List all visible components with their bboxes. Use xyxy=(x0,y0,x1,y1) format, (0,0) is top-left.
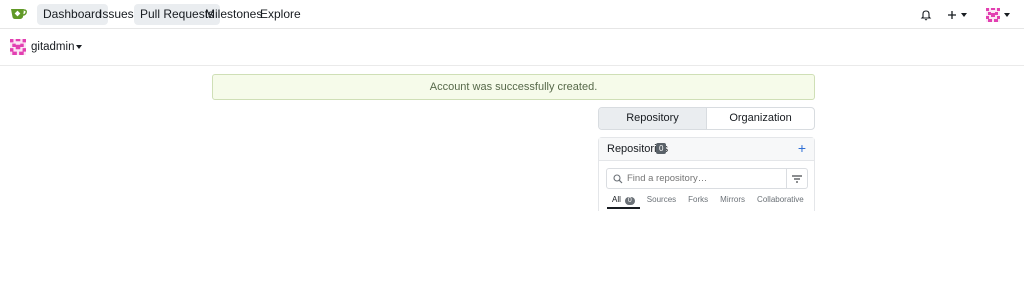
notifications-button[interactable] xyxy=(920,0,932,29)
avatar xyxy=(986,7,1000,22)
plus-icon xyxy=(948,10,956,19)
context-username: gitadmin xyxy=(31,41,75,53)
bell-icon xyxy=(920,9,932,20)
create-menu-button[interactable] xyxy=(947,0,967,29)
repo-tab-collaborative[interactable]: Collaborative xyxy=(752,194,809,209)
new-repository-button[interactable]: + xyxy=(798,140,806,156)
gitea-logo-icon[interactable] xyxy=(10,6,27,21)
top-navbar: Dashboard Issues Pull Requests Milestone… xyxy=(0,0,1024,29)
flash-success-message: Account was successfully created. xyxy=(212,74,815,100)
repository-filter-button[interactable] xyxy=(786,168,808,189)
repositories-count-badge: 0 xyxy=(656,143,667,154)
tab-repository[interactable]: Repository xyxy=(599,108,707,129)
dashboard-header: gitadmin xyxy=(0,29,1024,66)
chevron-down-icon xyxy=(961,12,967,17)
repo-tab-count: 0 xyxy=(624,197,635,205)
repo-tab-forks[interactable]: Forks xyxy=(683,194,713,209)
repo-tab-mirrors[interactable]: Mirrors xyxy=(715,194,750,209)
repository-search-input[interactable] xyxy=(627,173,777,184)
nav-explore[interactable]: Explore xyxy=(254,4,307,25)
search-icon xyxy=(613,173,623,183)
repository-search-box xyxy=(606,168,787,189)
repo-tab-label: All xyxy=(612,195,621,204)
repo-tab-all[interactable]: All 0 xyxy=(607,194,640,209)
filter-icon xyxy=(792,174,802,183)
repository-type-tabs: All 0 Sources Forks Mirrors Collaborative xyxy=(607,194,809,209)
avatar xyxy=(10,39,26,55)
user-menu-button[interactable] xyxy=(986,0,1010,29)
nav-issues[interactable]: Issues xyxy=(93,4,140,25)
repo-tab-sources[interactable]: Sources xyxy=(642,194,681,209)
tab-organization[interactable]: Organization xyxy=(707,108,814,129)
repositories-panel: Repositories 0 + All0 Sources Forks Mirr… xyxy=(598,137,815,211)
dashboard-list-switch: Repository Organization xyxy=(598,107,815,130)
chevron-down-icon xyxy=(1004,12,1010,17)
context-user-switcher[interactable]: gitadmin xyxy=(10,39,83,55)
repositories-panel-header: Repositories 0 + xyxy=(599,138,814,161)
chevron-down-icon xyxy=(76,45,83,49)
